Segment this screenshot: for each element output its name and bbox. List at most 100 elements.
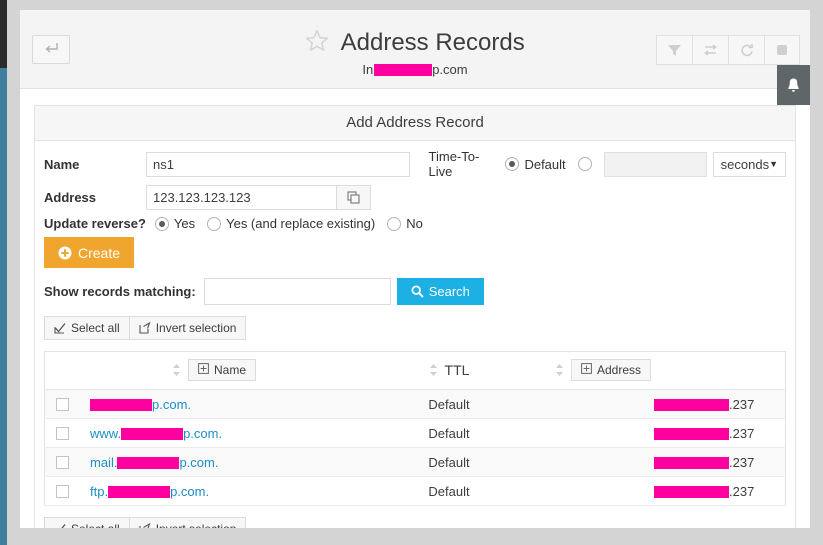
record-address-suffix: .237	[729, 397, 754, 412]
header-actions	[656, 35, 800, 65]
record-name-suffix: p.com.	[170, 484, 209, 499]
selection-toolbar-bottom: Select all Invert selection	[44, 517, 786, 528]
invert-selection-button-top[interactable]: Invert selection	[130, 316, 247, 340]
redacted-domain	[374, 64, 432, 76]
reverse-yes-radio[interactable]	[155, 217, 169, 231]
selection-toolbar-top: Select all Invert selection	[44, 316, 786, 340]
redacted-address	[654, 486, 729, 498]
select-all-label-bottom: Select all	[71, 522, 120, 528]
panel-title: Add Address Record	[35, 106, 795, 141]
column-label-address: Address	[597, 363, 641, 377]
notifications-button[interactable]	[777, 65, 810, 105]
sort-ttl-icon[interactable]	[429, 363, 438, 377]
filter-button[interactable]	[656, 35, 692, 65]
row-checkbox-cell	[45, 419, 80, 448]
record-name-suffix: p.com.	[183, 426, 222, 441]
update-reverse-label: Update reverse?	[44, 216, 146, 231]
record-address: .237	[549, 426, 754, 441]
copy-button[interactable]	[336, 185, 371, 210]
star-icon[interactable]	[305, 29, 329, 60]
name-input[interactable]	[146, 152, 410, 177]
row-checkbox[interactable]	[56, 427, 69, 440]
row-ttl-cell: Default	[349, 419, 549, 448]
record-name-link[interactable]: ftp.p.com.	[79, 484, 209, 499]
search-button[interactable]: Search	[397, 278, 484, 305]
ttl-custom-radio[interactable]	[578, 157, 592, 171]
record-name-link[interactable]: www.p.com.	[79, 426, 222, 441]
expand-box-icon	[581, 363, 592, 377]
row-checkbox[interactable]	[56, 485, 69, 498]
add-address-record-panel: Add Address Record Name Time-To-Live Def…	[34, 105, 796, 528]
row-address-cell: .237	[549, 390, 786, 419]
record-name-link[interactable]: p.com.	[79, 397, 191, 412]
reverse-yes-label: Yes	[174, 216, 195, 231]
transfer-arrows-icon	[702, 43, 719, 57]
subtitle-suffix: p.com	[432, 62, 467, 77]
sort-name-icon[interactable]	[172, 363, 181, 377]
redacted-name	[121, 428, 183, 440]
column-chip-name[interactable]: Name	[188, 359, 256, 381]
records-table: Name	[44, 351, 786, 506]
row-name-cell: p.com.	[79, 390, 349, 419]
table-row: mail.p.com.Default.237	[45, 448, 786, 477]
record-name-link[interactable]: mail. p.com.	[79, 455, 218, 470]
header-address-cell: Address	[549, 352, 786, 390]
row-ttl-cell: Default	[349, 477, 549, 506]
name-label: Name	[44, 157, 146, 172]
create-button-label: Create	[78, 245, 120, 261]
checkbox-check-icon	[54, 322, 66, 334]
stop-square-icon	[775, 43, 789, 57]
search-label: Show records matching:	[44, 284, 196, 299]
record-address: .237	[549, 397, 754, 412]
column-label-ttl: TTL	[445, 362, 470, 378]
address-input[interactable]	[146, 185, 336, 210]
create-button[interactable]: Create	[44, 237, 134, 268]
checkbox-check-icon	[54, 523, 66, 528]
refresh-button[interactable]	[728, 35, 764, 65]
redacted-name	[117, 457, 179, 469]
update-reverse-row: Update reverse? Yes Yes (and replace exi…	[44, 216, 786, 231]
row-name-cell: www.p.com.	[79, 419, 349, 448]
invert-selection-label-top: Invert selection	[156, 321, 237, 335]
row-checkbox[interactable]	[56, 398, 69, 411]
row-address-cell: .237	[549, 419, 786, 448]
transfer-button[interactable]	[692, 35, 728, 65]
redacted-address	[654, 428, 729, 440]
column-chip-address[interactable]: Address	[571, 359, 651, 381]
table-header-row: Name	[45, 352, 786, 390]
invert-icon	[139, 523, 151, 528]
search-row: Show records matching: Search	[44, 278, 786, 305]
record-address: .237	[549, 484, 754, 499]
sort-address-icon[interactable]	[555, 363, 564, 377]
app-viewport: Address Records Inp.com	[20, 10, 810, 528]
row-checkbox-cell	[45, 448, 80, 477]
row-name-cell: mail. p.com.	[79, 448, 349, 477]
window-left-accent-rail	[0, 68, 7, 545]
records-table-body: p.com.Default.237www.p.com.Default.237ma…	[45, 390, 786, 506]
ttl-value-input[interactable]	[604, 152, 707, 177]
header-checkbox-cell	[45, 352, 80, 390]
search-input[interactable]	[204, 278, 391, 305]
record-address-suffix: .237	[729, 484, 754, 499]
page-title: Address Records	[341, 29, 525, 56]
reverse-yes-replace-radio[interactable]	[207, 217, 221, 231]
row-checkbox-cell	[45, 390, 80, 419]
chevron-down-icon: ▼	[769, 159, 778, 169]
invert-selection-button-bottom[interactable]: Invert selection	[130, 517, 247, 528]
reverse-no-radio[interactable]	[387, 217, 401, 231]
select-all-button-bottom[interactable]: Select all	[44, 517, 130, 528]
record-name-prefix: mail.	[90, 455, 117, 470]
funnel-icon	[667, 43, 682, 57]
stop-button[interactable]	[764, 35, 800, 65]
record-name-suffix: p.com.	[179, 455, 218, 470]
row-checkbox[interactable]	[56, 456, 69, 469]
ttl-unit-value: seconds	[721, 157, 769, 172]
page-header: Address Records Inp.com	[20, 10, 810, 89]
address-label: Address	[44, 190, 146, 205]
table-row: www.p.com. Default.237	[45, 419, 786, 448]
row-checkbox-cell	[45, 477, 80, 506]
ttl-default-radio[interactable]	[505, 157, 519, 171]
ttl-unit-select[interactable]: seconds ▼	[713, 152, 786, 177]
invert-selection-label-bottom: Invert selection	[156, 522, 237, 528]
select-all-button-top[interactable]: Select all	[44, 316, 130, 340]
